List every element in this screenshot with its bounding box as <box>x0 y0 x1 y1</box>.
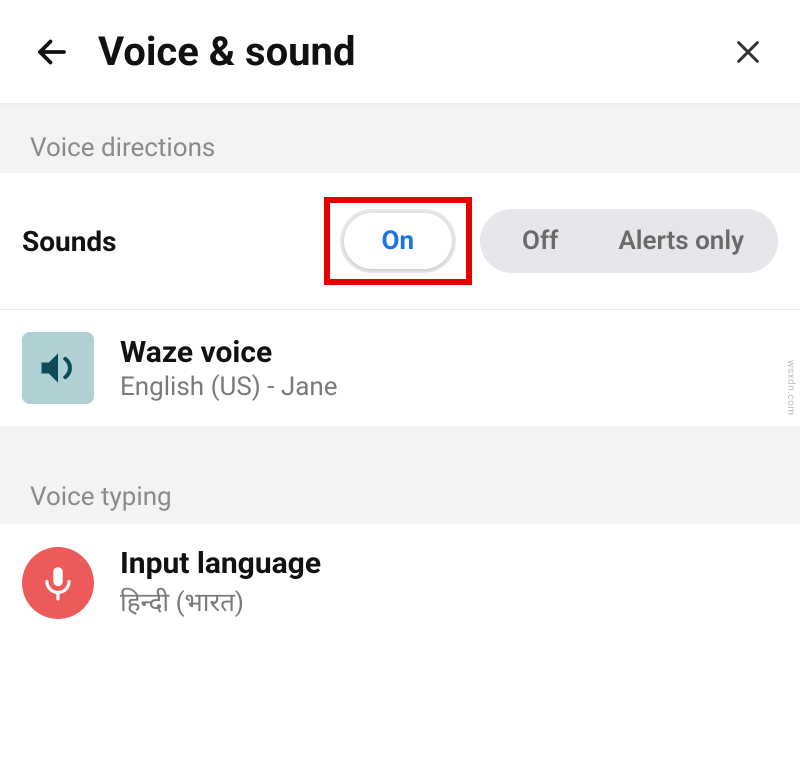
waze-voice-title: Waze voice <box>120 335 338 370</box>
mic-icon-container <box>22 547 94 619</box>
input-language-title: Input language <box>120 546 321 581</box>
arrow-left-icon <box>34 34 70 70</box>
page-title: Voice & sound <box>98 28 726 75</box>
highlight-annotation: On <box>324 197 473 285</box>
section-header-voice-directions: Voice directions <box>0 105 800 173</box>
segment-alerts-only[interactable]: Alerts only <box>588 213 774 269</box>
close-button[interactable] <box>726 30 770 74</box>
sounds-segmented-control: On Off Alerts only <box>324 197 778 285</box>
watermark: wsxdn.com <box>785 360 796 416</box>
microphone-icon <box>39 564 77 602</box>
waze-voice-row[interactable]: Waze voice English (US) - Jane <box>0 310 800 426</box>
input-language-row[interactable]: Input language हिन्दी (भारत) <box>0 524 800 641</box>
input-language-subtitle: हिन्दी (भारत) <box>120 583 321 619</box>
segment-on[interactable]: On <box>344 213 453 269</box>
section-label: Voice typing <box>30 482 172 512</box>
speaker-icon-container <box>22 332 94 404</box>
close-icon <box>732 36 764 68</box>
section-header-voice-typing: Voice typing <box>0 426 800 524</box>
input-language-text: Input language हिन्दी (भारत) <box>120 546 321 619</box>
segment-rest-container: Off Alerts only <box>480 209 778 273</box>
header: Voice & sound <box>0 0 800 105</box>
section-label: Voice directions <box>30 133 215 163</box>
segment-on-container: On <box>340 209 457 273</box>
back-button[interactable] <box>30 30 74 74</box>
speaker-icon <box>36 346 80 390</box>
waze-voice-text: Waze voice English (US) - Jane <box>120 335 338 402</box>
sounds-label: Sounds <box>22 225 117 258</box>
waze-voice-subtitle: English (US) - Jane <box>120 372 338 402</box>
segment-off[interactable]: Off <box>492 213 588 269</box>
sounds-row: Sounds On Off Alerts only <box>0 173 800 310</box>
